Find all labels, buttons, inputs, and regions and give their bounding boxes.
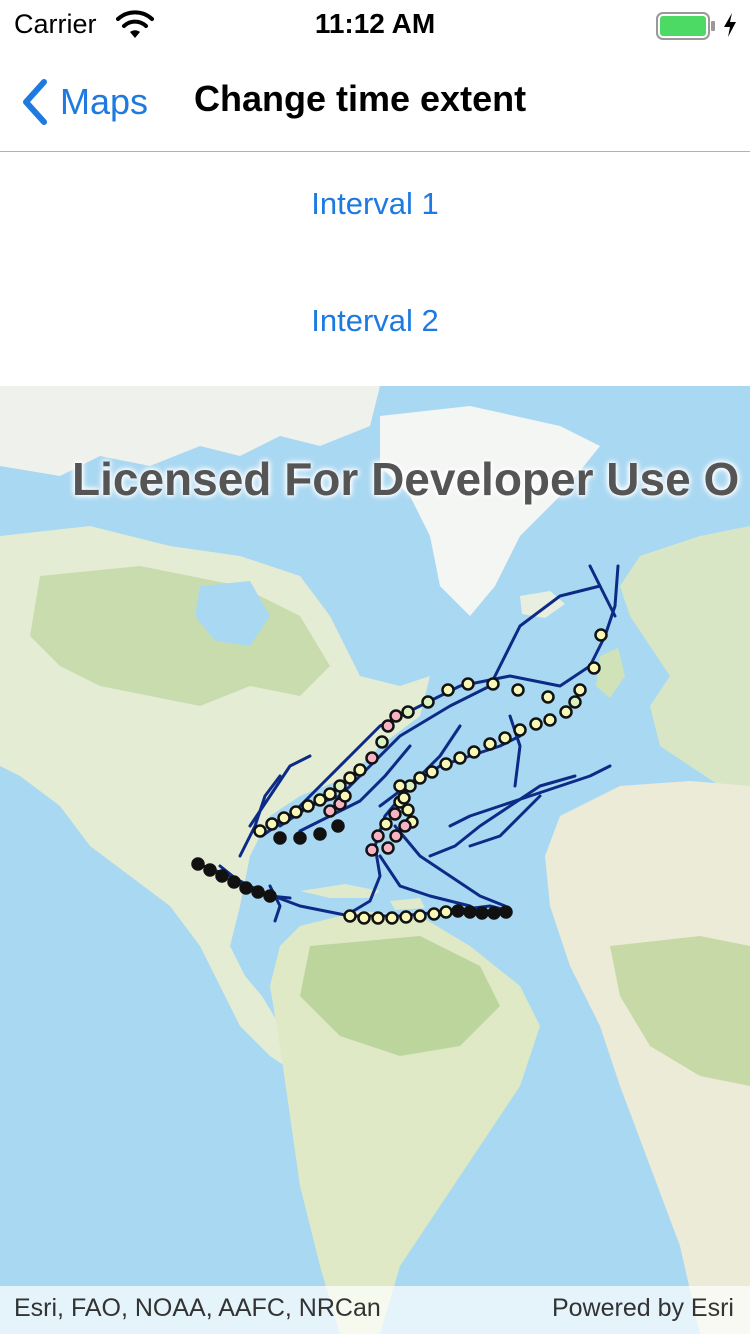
back-button[interactable]: Maps [18,72,148,132]
hurricane-observation-point[interactable] [594,628,608,642]
hurricane-observation-point[interactable] [413,909,427,923]
hurricane-observation-point[interactable] [343,771,357,785]
powered-by-esri[interactable]: Powered by Esri [552,1294,734,1323]
hurricane-observation-point[interactable] [331,819,345,833]
hurricane-observation-point[interactable] [541,690,555,704]
hurricane-observation-point[interactable] [381,719,395,733]
hurricane-observation-point[interactable] [379,817,393,831]
interval-1-button[interactable]: Interval 1 [0,186,750,222]
hurricane-observation-point[interactable] [251,885,265,899]
hurricane-observation-point[interactable] [486,677,500,691]
interval-2-button[interactable]: Interval 2 [0,303,750,339]
hurricane-observation-point[interactable] [421,695,435,709]
hurricane-observation-point[interactable] [393,779,407,793]
hurricane-observation-point[interactable] [483,737,497,751]
navigation-bar: Maps Change time extent [0,50,750,152]
hurricane-observation-point[interactable] [385,911,399,925]
hurricane-observation-point[interactable] [389,709,403,723]
battery-icon [656,12,715,40]
hurricane-observation-point[interactable] [253,824,267,838]
hurricane-observation-point[interactable] [543,713,557,727]
hurricane-observation-point[interactable] [587,661,601,675]
uk [596,648,625,698]
charging-bolt-icon [724,13,736,37]
iceland [520,591,565,618]
hurricane-observation-point[interactable] [467,745,481,759]
hurricane-observation-point[interactable] [371,911,385,925]
hurricane-observation-point[interactable] [487,906,501,920]
hurricane-observation-point[interactable] [301,799,315,813]
hurricane-observation-point[interactable] [413,771,427,785]
hurricane-observation-point[interactable] [203,863,217,877]
map-attribution-bar: Esri, FAO, NOAA, AAFC, NRCan Powered by … [0,1286,750,1334]
hurricane-observation-point[interactable] [398,819,412,833]
hurricane-observation-point[interactable] [451,904,465,918]
hurricane-observation-point[interactable] [559,705,573,719]
hurricane-observation-point[interactable] [227,875,241,889]
hurricane-observation-point[interactable] [475,906,489,920]
hurricane-observation-point[interactable] [265,817,279,831]
hurricane-observation-point[interactable] [397,791,411,805]
hurricane-observation-point[interactable] [511,683,525,697]
hurricane-observation-point[interactable] [427,907,441,921]
hurricane-observation-point[interactable] [513,723,527,737]
hurricane-observation-point[interactable] [239,881,253,895]
map-view[interactable]: Licensed For Developer Use O Esri, FAO, … [0,386,750,1334]
hurricane-observation-point[interactable] [439,757,453,771]
hurricane-observation-point[interactable] [215,869,229,883]
map-canvas [0,386,750,1334]
hurricane-observation-point[interactable] [529,717,543,731]
hurricane-observation-point[interactable] [338,789,352,803]
hurricane-observation-point[interactable] [289,805,303,819]
attribution-text: Esri, FAO, NOAA, AAFC, NRCan [14,1294,381,1322]
chevron-left-icon [23,79,47,125]
hurricane-observation-point[interactable] [453,751,467,765]
hurricane-observation-point[interactable] [273,831,287,845]
clock: 11:12 AM [314,8,436,39]
hurricane-observation-point[interactable] [463,905,477,919]
europe [620,526,750,786]
hurricane-observation-point[interactable] [425,765,439,779]
page-title: Change time extent [194,78,527,119]
hurricane-observation-point[interactable] [498,731,512,745]
hurricane-observation-point[interactable] [568,695,582,709]
hurricane-observation-point[interactable] [371,829,385,843]
hurricane-observation-point[interactable] [323,787,337,801]
status-bar: Carrier 11:12 AM [0,0,750,50]
hurricane-observation-point[interactable] [191,857,205,871]
hurricane-observation-point[interactable] [365,751,379,765]
back-button-label: Maps [60,81,149,122]
hurricane-observation-point[interactable] [499,905,513,919]
hurricane-observation-point[interactable] [573,683,587,697]
developer-license-watermark: Licensed For Developer Use O [72,453,740,505]
hurricane-observation-point[interactable] [399,910,413,924]
hurricane-observation-point[interactable] [277,811,291,825]
hurricane-observation-point[interactable] [401,705,415,719]
hurricane-observation-point[interactable] [439,905,453,919]
hurricane-observation-point[interactable] [263,889,277,903]
hurricane-observation-point[interactable] [381,841,395,855]
hurricane-observation-point[interactable] [357,911,371,925]
hurricane-observation-point[interactable] [365,843,379,857]
hurricane-observation-point[interactable] [343,909,357,923]
cuba [300,884,380,898]
hurricane-observation-point[interactable] [375,735,389,749]
hurricane-observation-point[interactable] [313,827,327,841]
hurricane-observation-point[interactable] [401,803,415,817]
greenland [380,406,600,616]
hurricane-observation-point[interactable] [293,831,307,845]
hurricane-observation-point[interactable] [388,807,402,821]
hurricane-observation-point[interactable] [441,683,455,697]
hispaniola [390,898,425,910]
hurricane-observation-point[interactable] [461,677,475,691]
hurricane-observation-point[interactable] [323,804,337,818]
hurricane-observation-point[interactable] [353,763,367,777]
hurricane-observation-point[interactable] [389,829,403,843]
